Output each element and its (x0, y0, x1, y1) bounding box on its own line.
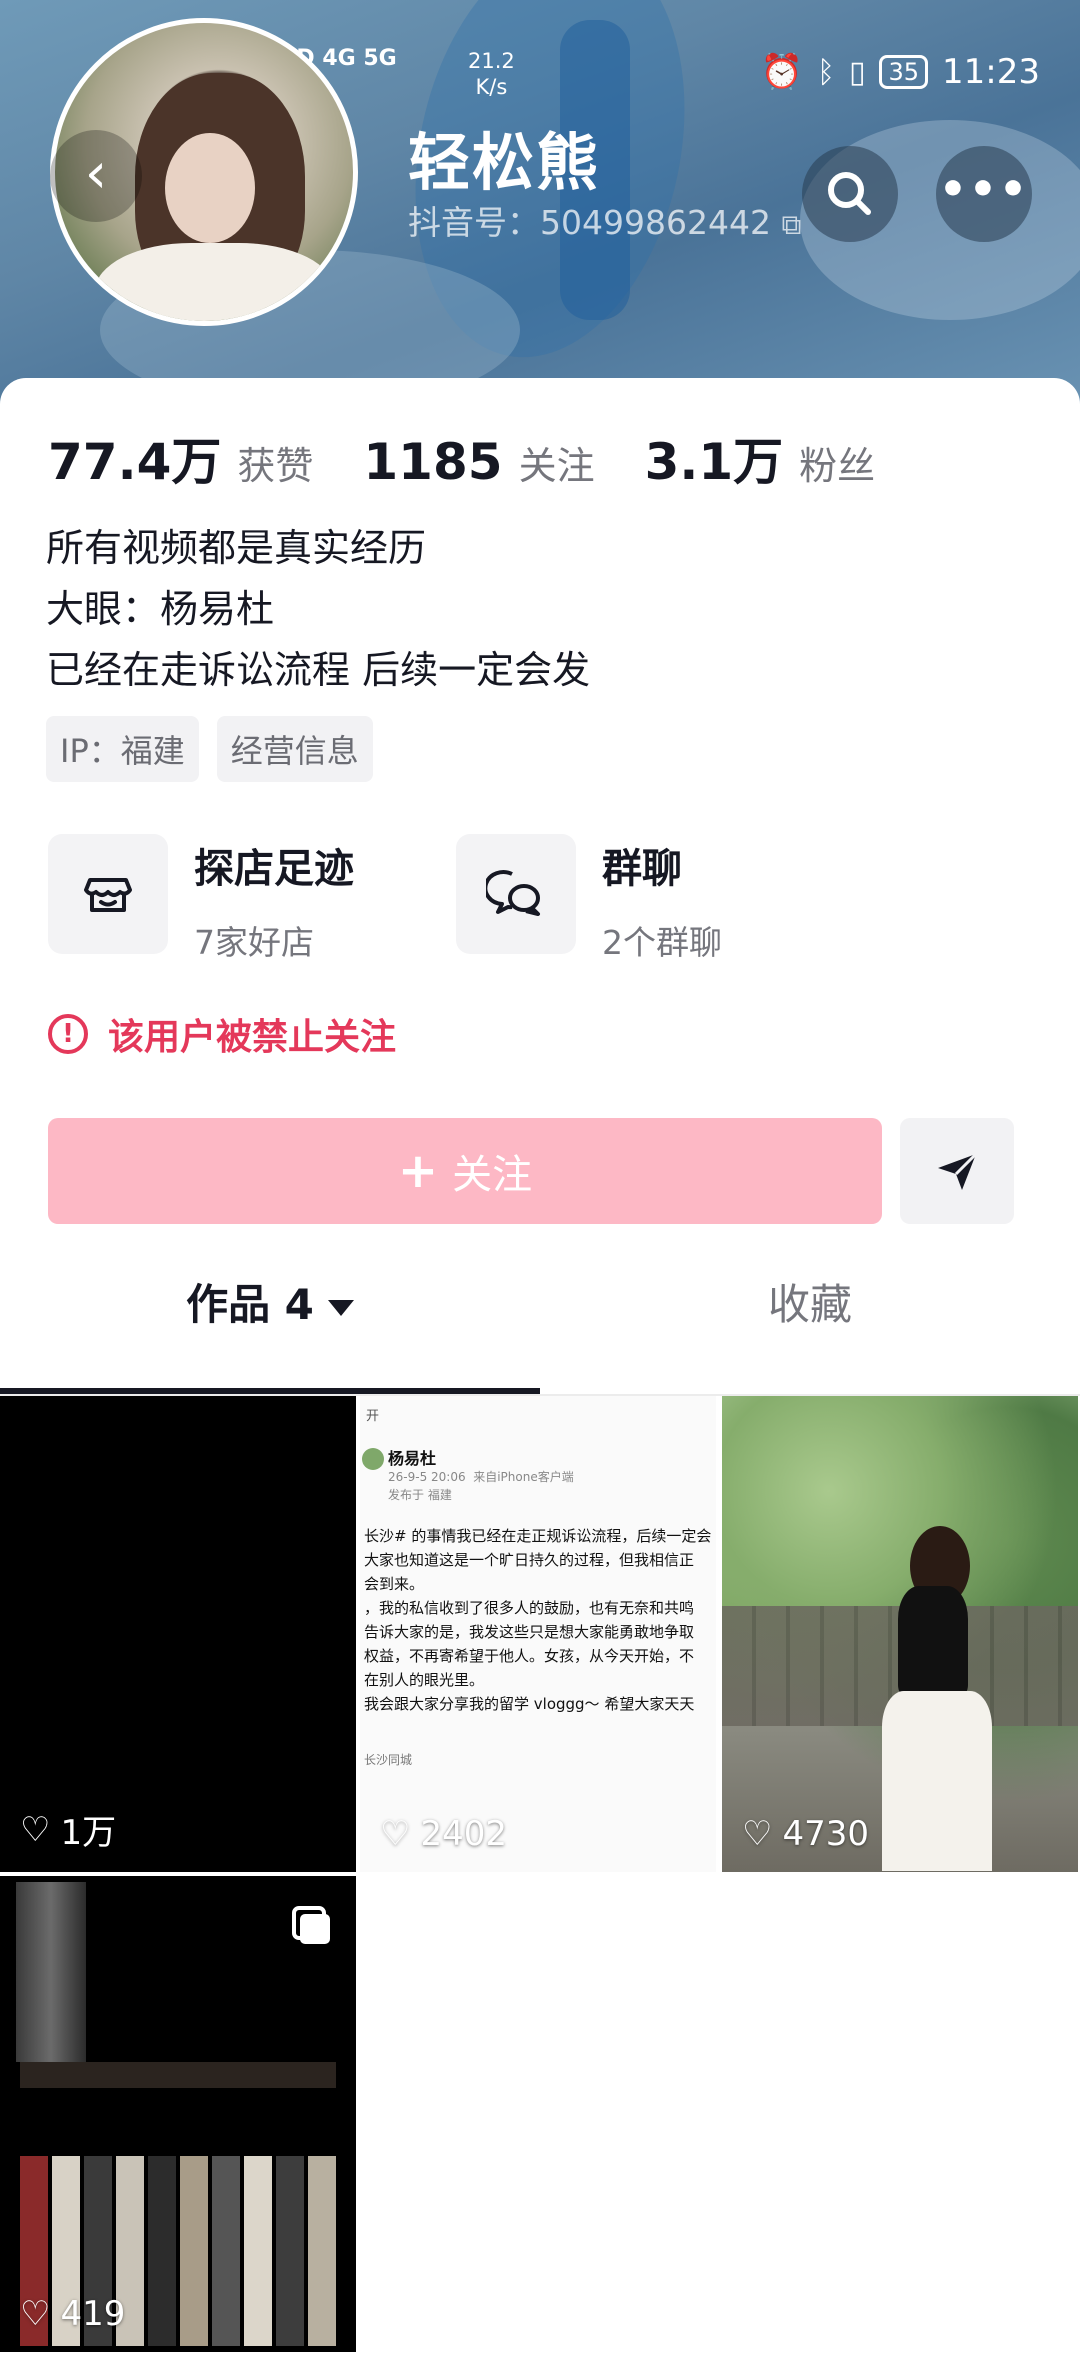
like-count-value: 419 (60, 2294, 126, 2334)
like-count: ♡ 4730 (742, 1814, 869, 1854)
weibo-screenshot: 开 杨易杜 26-9-5 20:06 来自iPhone客户端 发布于 福建 长沙… (360, 1396, 716, 1872)
bio-line: 所有视频都是真实经历 (46, 526, 427, 570)
screenshot-location: 长沙同城 (364, 1753, 413, 1767)
stat-followers-value: 3.1万 (644, 433, 784, 491)
stat-following[interactable]: 1185 关注 (363, 433, 594, 491)
store-visits-sub: 7家好店 (194, 923, 314, 962)
bluetooth-icon: ᛒ (816, 54, 835, 90)
status-time: 11:23 (942, 52, 1040, 92)
paper-plane-icon (938, 1152, 978, 1190)
avatar (362, 1448, 384, 1470)
search-icon (828, 172, 871, 215)
tab-favorites-label: 收藏 (767, 1280, 852, 1329)
stat-following-value: 1185 (363, 433, 503, 491)
tab-works-label: 作品 4 (186, 1280, 314, 1329)
follow-button-label: 关注 (452, 1152, 533, 1198)
chat-bubbles-icon (486, 870, 540, 916)
profile-tabs: 作品 4 收藏 (0, 1248, 1080, 1362)
stat-likes-label: 获赞 (237, 444, 314, 488)
profile-tags: IP：福建 经营信息 (46, 716, 373, 782)
more-button[interactable]: ••• (936, 146, 1032, 242)
stat-likes-value: 77.4万 (48, 433, 222, 491)
group-chat-entry[interactable]: 群聊 2个群聊 (456, 834, 722, 964)
thumbnail-image (722, 1396, 1078, 1872)
like-count: ♡ 419 (20, 2294, 125, 2334)
bio-line: 大眼：杨易杜 (46, 587, 275, 631)
screenshot-text: 开 (366, 1409, 380, 1424)
vibrate-icon: ▯ (848, 54, 866, 90)
more-dots-icon: ••• (938, 164, 1030, 215)
profile-card: 77.4万 获赞 1185 关注 3.1万 粉丝 所有视频都是真实经历 大眼：杨… (0, 378, 1080, 2376)
multi-image-icon (292, 1906, 330, 1944)
screenshot-body: 长沙# 的事情我已经在走正规诉讼流程，后续一定会 大家也知道这是一个旷日持久的过… (364, 1527, 712, 1713)
chevron-left-icon: ‹ (84, 141, 108, 206)
like-count-value: 1万 (60, 1813, 117, 1853)
video-thumbnail[interactable]: ♡ 4730 (722, 1396, 1078, 1872)
screenshot-meta: 26-9-5 20:06 来自iPhone客户端 发布于 福建 (388, 1470, 574, 1502)
group-chat-title: 群聊 (602, 846, 682, 892)
profile-stats: 77.4万 获赞 1185 关注 3.1万 粉丝 (48, 422, 925, 494)
douyin-id[interactable]: 抖音号：50499862442 ⧉ (408, 196, 801, 244)
business-info-tag[interactable]: 经营信息 (216, 716, 373, 782)
nickname: 轻松熊 (408, 126, 601, 199)
plus-icon: + (397, 1143, 439, 1199)
ip-location-tag: IP：福建 (46, 716, 199, 782)
heart-outline-icon: ♡ (380, 1814, 411, 1854)
like-count-value: 4730 (782, 1814, 870, 1854)
like-count-value: 2402 (420, 1814, 508, 1854)
alarm-icon: ⏰ (760, 52, 803, 92)
stat-following-label: 关注 (518, 444, 595, 488)
video-thumbnail[interactable]: ♡ 419 (0, 1876, 356, 2352)
tab-favorites[interactable]: 收藏 (540, 1248, 1080, 1362)
stat-likes[interactable]: 77.4万 获赞 (48, 422, 313, 494)
group-chat-sub: 2个群聊 (602, 923, 722, 962)
caret-down-icon[interactable] (327, 1299, 354, 1316)
warning-icon: ! (48, 1014, 88, 1054)
store-visits-title: 探店足迹 (194, 846, 354, 892)
heart-outline-icon: ♡ (20, 2294, 51, 2334)
search-button[interactable] (802, 146, 898, 242)
network-speed: 21.2 K/s (468, 49, 515, 99)
follow-button[interactable]: + 关注 (48, 1118, 882, 1224)
shop-icon (84, 878, 132, 912)
stat-followers-label: 粉丝 (799, 444, 876, 488)
heart-outline-icon: ♡ (742, 1814, 773, 1854)
send-message-button[interactable] (900, 1118, 1014, 1224)
video-thumbnail[interactable]: 开 杨易杜 26-9-5 20:06 来自iPhone客户端 发布于 福建 长沙… (360, 1396, 716, 1872)
like-count: ♡ 1万 (20, 1805, 116, 1854)
back-button[interactable]: ‹ (50, 130, 142, 222)
store-visits-entry[interactable]: 探店足迹 7家好店 (48, 834, 354, 964)
tab-works[interactable]: 作品 4 (0, 1248, 540, 1362)
video-thumbnail[interactable]: ♡ 1万 (0, 1396, 356, 1872)
follow-restricted-notice: ! 该用户被禁止关注 (48, 1008, 396, 1060)
like-count: ♡ 2402 (380, 1814, 507, 1854)
battery-indicator: 35 (879, 55, 929, 89)
follow-restricted-text: 该用户被禁止关注 (108, 1017, 397, 1058)
copy-icon[interactable]: ⧉ (781, 208, 801, 241)
heart-outline-icon: ♡ (20, 1809, 51, 1850)
douyin-id-text: 抖音号：50499862442 (408, 203, 771, 242)
bio-line: 已经在走诉讼流程 后续一定会发 (46, 648, 591, 692)
stat-followers[interactable]: 3.1万 粉丝 (645, 422, 876, 494)
bio: 所有视频都是真实经历 大眼：杨易杜 已经在走诉讼流程 后续一定会发 (46, 518, 590, 701)
